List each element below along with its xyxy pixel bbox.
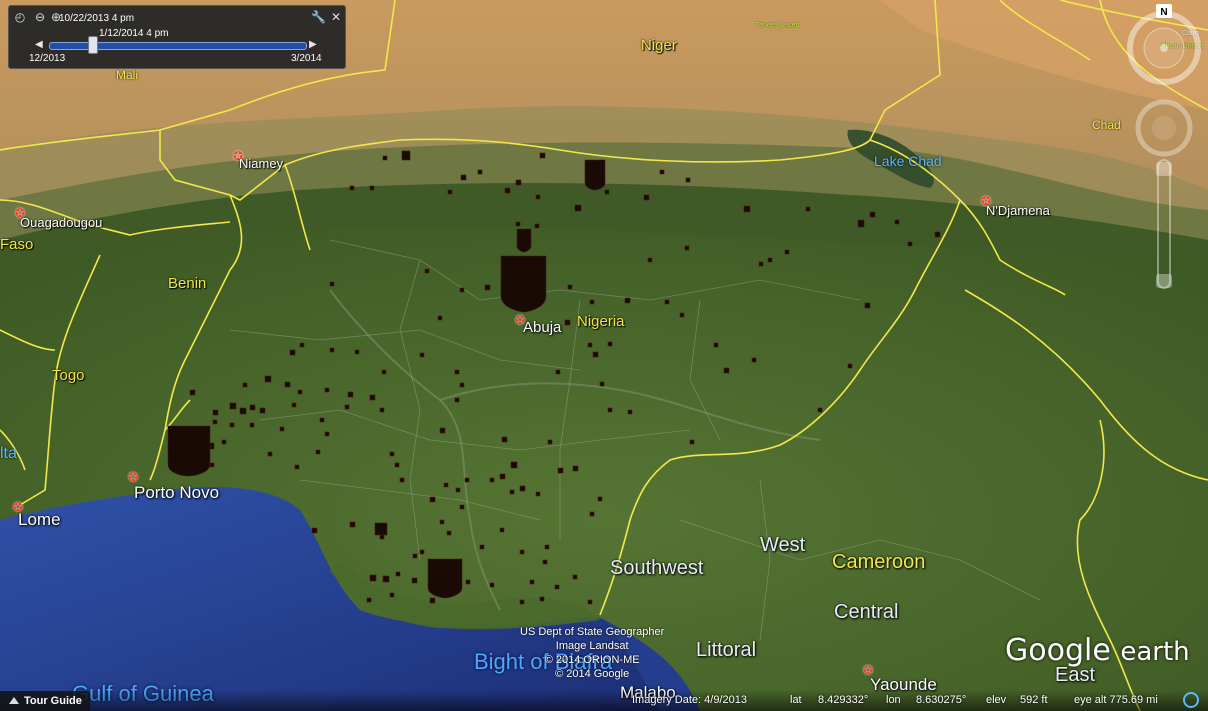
region-west: West — [760, 534, 806, 556]
label-niger: Niger — [641, 37, 677, 54]
label-volta: lta — [0, 445, 17, 462]
credit-line: © 2014 Google — [555, 668, 630, 680]
credit-line: Image Landsat — [555, 640, 629, 652]
label-benin: Benin — [168, 275, 207, 292]
lon-value: 8.630275° — [916, 694, 967, 706]
credit-line: US Dept of State Geographer — [520, 626, 665, 638]
city-lome[interactable]: Lome — [18, 511, 61, 528]
streaming-indicator-icon — [1183, 692, 1199, 708]
time-current-end: 1/12/2014 4 pm — [99, 28, 169, 39]
eye-altitude: eye alt 775.69 mi — [1074, 694, 1158, 706]
slider-right-button[interactable]: ▶ — [309, 39, 319, 51]
map-view[interactable] — [0, 0, 1208, 711]
slider-left-button[interactable]: ◀ — [35, 39, 45, 51]
time-range-end: 3/2014 — [291, 53, 322, 64]
logo-brand: Google — [1005, 633, 1111, 668]
compass-ring[interactable] — [1127, 11, 1201, 85]
wrench-icon[interactable]: 🔧 — [311, 10, 326, 24]
compass-north-label: N — [1160, 7, 1167, 18]
time-slider-thumb[interactable] — [87, 36, 98, 54]
zoom-slider[interactable] — [1156, 159, 1172, 289]
label-burkina-faso: Faso — [0, 236, 34, 253]
lon-label: lon — [886, 694, 901, 706]
label-cameroon: Cameroon — [832, 551, 926, 573]
city-abuja[interactable]: Abuja — [523, 320, 561, 335]
label-chad: Chad — [1092, 118, 1121, 132]
city-porto-novo[interactable]: Porto Novo — [134, 484, 219, 501]
city-ouagadougou[interactable]: Ouagadougou — [20, 216, 102, 229]
label-tenere-desert: Ténéré Desert — [755, 22, 800, 29]
capital-star-icon: ✪ — [127, 470, 139, 484]
label-mali: Mali — [116, 68, 139, 82]
zoom-out-time-icon[interactable]: ⊖ — [33, 10, 47, 24]
label-lake-chad: Lake Chad — [874, 153, 942, 169]
lat-label: lat — [790, 694, 802, 706]
tour-guide-button[interactable]: Tour Guide — [0, 691, 90, 711]
credit-line: © 2014 ORION-ME — [544, 654, 640, 666]
imagery-date: Imagery Date: 4/9/2013 — [632, 694, 747, 706]
time-range-start: 12/2013 — [29, 53, 66, 64]
label-togo: Togo — [52, 367, 85, 384]
look-joystick[interactable] — [1135, 99, 1193, 157]
region-littoral: Littoral — [696, 639, 757, 661]
region-central: Central — [834, 601, 899, 623]
region-southwest: Southwest — [610, 557, 704, 579]
city-niamey[interactable]: Niamey — [239, 157, 283, 170]
region-east: East — [1055, 664, 1096, 686]
label-nigeria: Nigeria — [577, 313, 625, 330]
tour-guide-icon — [9, 697, 19, 704]
navigation-controls: N — [1127, 4, 1201, 289]
lat-value: 8.429332° — [818, 694, 869, 706]
city-ndjamena[interactable]: N'Djamena — [986, 204, 1050, 217]
time-slider-panel: ◴ ⊖ ⊕ 🔧 ✕ 10/22/2013 4 pm 1/12/2014 4 pm… — [8, 5, 346, 69]
elev-value: 592 ft — [1020, 694, 1048, 706]
google-earth-logo: Google earth — [1005, 633, 1190, 668]
logo-product: earth — [1120, 637, 1190, 667]
clock-icon[interactable]: ◴ — [13, 10, 27, 24]
close-icon[interactable]: ✕ — [329, 10, 343, 24]
imagery-credits: US Dept of State Geographer Image Landsa… — [520, 625, 664, 681]
tour-guide-label: Tour Guide — [24, 695, 82, 707]
elev-label: elev — [986, 694, 1007, 706]
time-current-start: 10/22/2013 4 pm — [59, 13, 135, 24]
